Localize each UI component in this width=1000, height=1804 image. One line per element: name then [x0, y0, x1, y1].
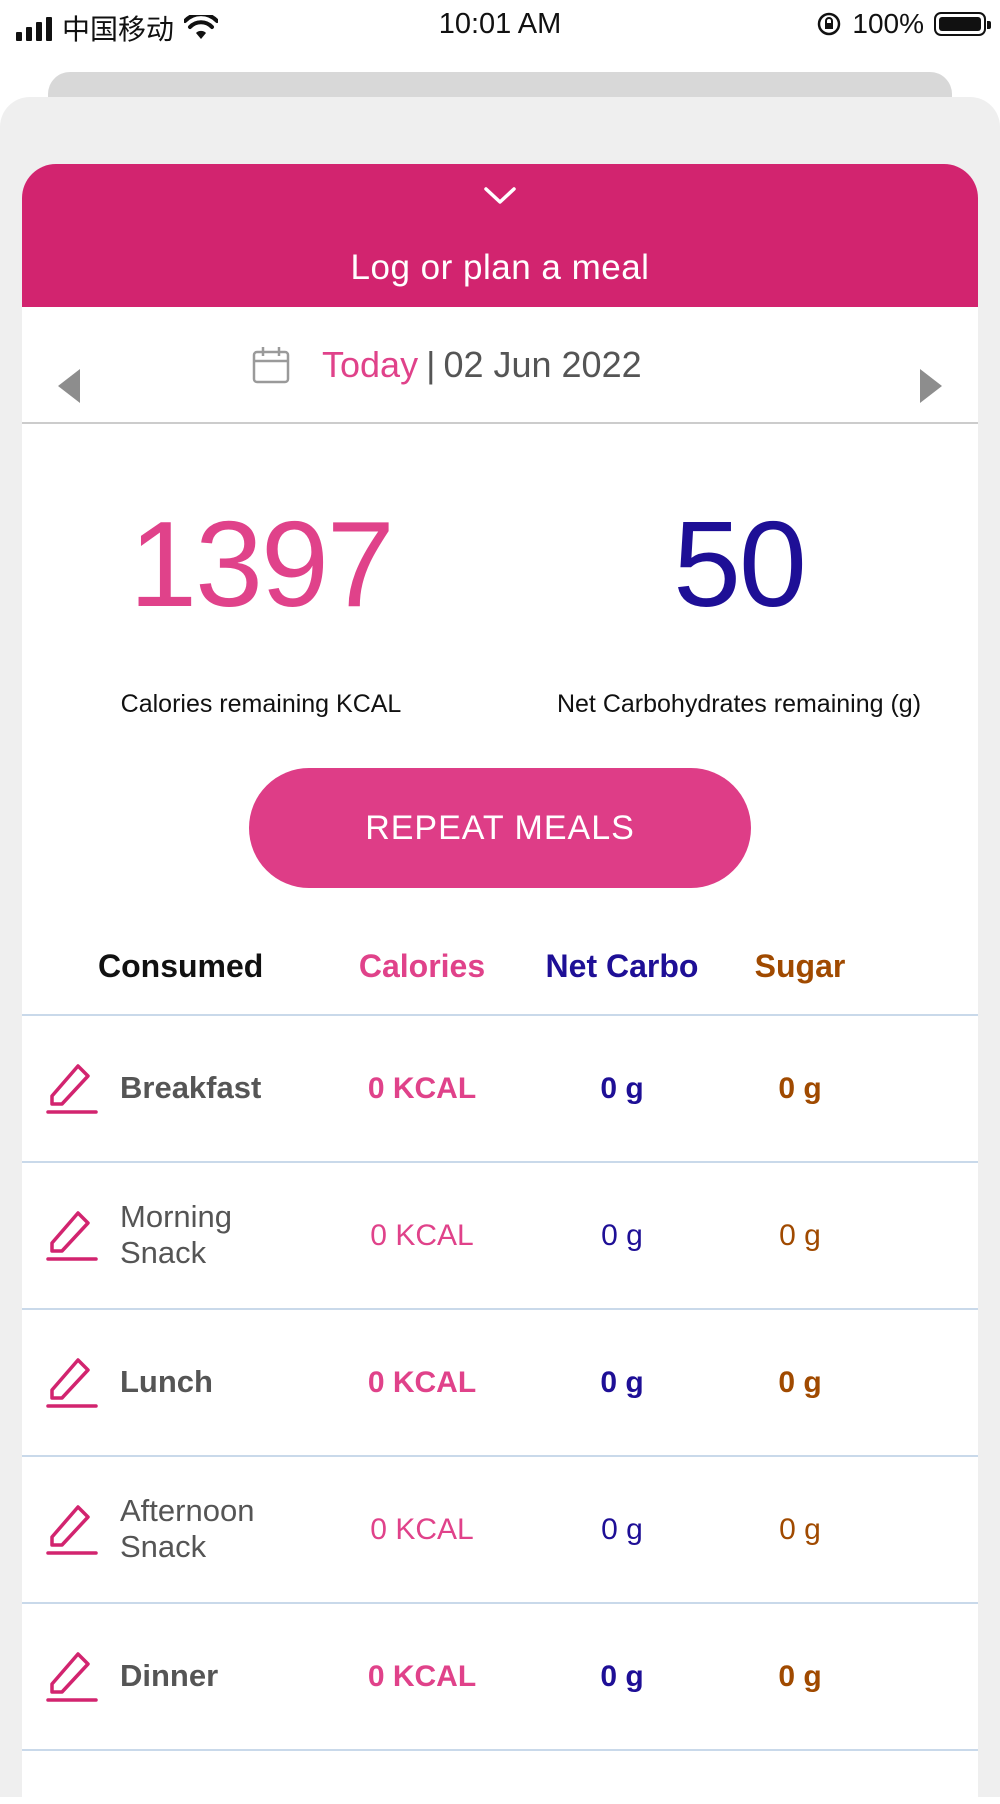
pencil-icon[interactable] [46, 1354, 98, 1410]
meal-name: Morning Snack [120, 1199, 232, 1270]
meal-sugar: 0 g [778, 1660, 822, 1693]
meal-sugar: 0 g [778, 1072, 822, 1105]
status-right: 100% [816, 8, 991, 40]
meal-row-morning-snack[interactable]: Morning Snack 0 KCAL 0 g 0 g [22, 1161, 978, 1308]
pencil-icon[interactable] [46, 1060, 98, 1116]
meal-calories: 0 KCAL [370, 1513, 474, 1546]
calories-remaining-value: 1397 [129, 496, 394, 632]
meal-row-dinner[interactable]: Dinner 0 KCAL 0 g 0 g [22, 1602, 978, 1749]
meal-calories: 0 KCAL [367, 1366, 477, 1399]
meal-net-carbo: 0 g [600, 1366, 644, 1399]
meal-name: Breakfast [120, 1070, 262, 1105]
meal-name: Afternoon Snack [120, 1493, 255, 1564]
meal-log-card: Log or plan a meal Today | 02 Jun 2022 1… [22, 164, 978, 1804]
orientation-lock-icon [818, 12, 841, 36]
meal-name: Dinner [120, 1658, 219, 1693]
pencil-icon[interactable] [46, 1501, 98, 1557]
pencil-icon[interactable] [46, 1207, 98, 1263]
repeat-meals-button[interactable]: REPEAT MEALS [249, 768, 751, 888]
chevron-down-icon[interactable] [483, 184, 517, 208]
previous-day-arrow-icon[interactable] [58, 369, 80, 403]
meal-row-partial [22, 1749, 978, 1804]
column-header-calories: Calories [358, 948, 486, 984]
date-display[interactable]: Today | 02 Jun 2022 [252, 344, 642, 386]
date-divider [22, 422, 978, 424]
date-separator: | [426, 344, 436, 385]
date-text: 02 Jun 2022 [443, 344, 642, 385]
card-header[interactable]: Log or plan a meal [22, 164, 978, 307]
header-title: Log or plan a meal [350, 248, 650, 287]
meal-row-breakfast[interactable]: Breakfast 0 KCAL 0 g 0 g [22, 1014, 978, 1161]
calories-remaining-label: Calories remaining KCAL [120, 690, 402, 718]
meal-calories: 0 KCAL [367, 1660, 477, 1693]
meal-row-afternoon-snack[interactable]: Afternoon Snack 0 KCAL 0 g 0 g [22, 1455, 978, 1602]
calendar-icon [252, 347, 290, 384]
today-label: Today [322, 344, 419, 385]
status-bar: 中国移动 10:01 AM 100% [0, 0, 1000, 52]
meal-calories: 0 KCAL [367, 1072, 477, 1105]
column-header-consumed: Consumed [98, 948, 264, 984]
battery-icon [934, 12, 991, 36]
meal-row-lunch[interactable]: Lunch 0 KCAL 0 g 0 g [22, 1308, 978, 1455]
carbs-remaining-value: 50 [673, 496, 807, 632]
carbs-remaining-label: Net Carbohydrates remaining (g) [556, 690, 922, 718]
meal-net-carbo: 0 g [600, 1660, 644, 1693]
meal-sugar: 0 g [779, 1219, 821, 1252]
meal-net-carbo: 0 g [601, 1513, 643, 1546]
meal-sugar: 0 g [779, 1513, 821, 1546]
pencil-icon[interactable] [46, 1648, 98, 1704]
meal-name: Lunch [120, 1364, 213, 1399]
next-day-arrow-icon[interactable] [920, 369, 942, 403]
meal-sugar: 0 g [778, 1366, 822, 1399]
column-header-sugar: Sugar [754, 948, 846, 984]
column-header-net-carbo: Net Carbo [545, 948, 699, 984]
battery-percent: 100% [852, 8, 924, 39]
meal-net-carbo: 0 g [600, 1072, 644, 1105]
meal-calories: 0 KCAL [370, 1219, 474, 1252]
meal-net-carbo: 0 g [601, 1219, 643, 1252]
